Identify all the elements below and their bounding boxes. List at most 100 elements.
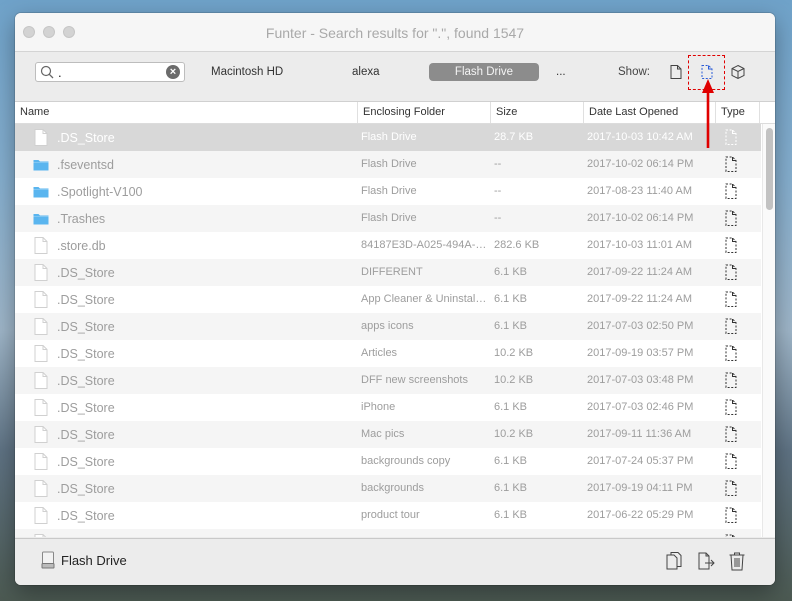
file-size: 10.2 KB (494, 428, 534, 440)
file-icon (34, 534, 47, 537)
column-header-size[interactable]: Size (490, 102, 583, 123)
table-row[interactable]: .fseventsd Flash Drive -- 2017-10-02 06:14 … (15, 151, 761, 178)
date-last-opened: 2017-09-11 11:36 AM (587, 428, 692, 440)
file-name: .DS_Store (57, 401, 115, 415)
hidden-file-type-icon (725, 534, 736, 537)
file-size: 10.2 KB (494, 374, 534, 386)
file-icon (34, 453, 48, 470)
file-icon (34, 507, 48, 524)
location-flash-drive[interactable]: Flash Drive (429, 63, 539, 81)
hidden-file-type-icon (725, 291, 737, 307)
file-size: 6.1 KB (494, 536, 527, 537)
file-name: .DS_Store (57, 320, 115, 334)
search-field[interactable]: × (35, 62, 185, 82)
move-icon[interactable] (697, 551, 715, 571)
enclosing-folder: Flash Drive (361, 158, 417, 170)
location-alexa[interactable]: alexa (352, 66, 380, 78)
date-last-opened: 2017-10-03 11:01 AM (587, 239, 692, 251)
date-last-opened: 2017-10-02 06:14 PM (587, 212, 694, 224)
hidden-file-type-icon (725, 264, 737, 280)
folder-icon (33, 187, 49, 198)
table-row[interactable]: .DS_Store DFF new screenshots 10.2 KB 2017-… (15, 367, 761, 394)
file-size: -- (494, 185, 502, 197)
vertical-scrollbar[interactable] (762, 124, 775, 537)
file-icon (34, 480, 48, 497)
column-header-type[interactable]: Type (715, 102, 759, 123)
hidden-file-type-icon (725, 129, 737, 145)
scrollbar-thumb[interactable] (766, 128, 773, 210)
file-name: .DS_Store (57, 428, 115, 442)
table-row[interactable]: .DS_Store Mac pics 10.2 KB 2017-09-11 11:36… (15, 421, 761, 448)
table-row[interactable]: .DS_Store Articles 10.2 KB 2017-09-19 03:57… (15, 340, 761, 367)
clear-search-icon[interactable]: × (166, 65, 180, 79)
funter-window: Funter - Search results for ".", found 1… (15, 13, 775, 585)
table-row[interactable]: .DS_Store iPhone 6.1 KB 2017-07-03 02:46 PM (15, 394, 761, 421)
table-row[interactable]: .DS_Store backgrounds 6.1 KB 2017-09-19 04:… (15, 475, 761, 502)
hidden-file-type-icon (725, 345, 737, 361)
date-last-opened: 2017-08-23 11:40 AM (587, 185, 692, 197)
hidden-file-type-icon (725, 210, 737, 226)
file-name: .DS_Store (57, 347, 115, 361)
footer-bar: Flash Drive (15, 538, 775, 585)
file-name: .fseventsd (57, 158, 114, 172)
file-name: .DS_Store (57, 536, 115, 537)
table-row[interactable]: .store.db 84187E3D-A025-494A-… 282.6 KB 201… (15, 232, 761, 259)
annotation-arrow-icon (702, 79, 714, 148)
hidden-file-type-icon (725, 480, 737, 496)
enclosing-folder: DFF new screenshots (361, 374, 468, 386)
date-last-opened: 2017-07-03 02:50 PM (587, 320, 694, 332)
file-size: 10.2 KB (494, 347, 534, 359)
toolbar: × Macintosh HD alexa Flash Drive ... Sho… (15, 52, 775, 102)
date-last-opened: 2017-07-03 02:46 PM (587, 401, 694, 413)
enclosing-folder: product tour (361, 509, 420, 521)
package-icon[interactable] (730, 64, 746, 80)
date-last-opened: 2017-10-02 06:14 PM (587, 158, 694, 170)
file-name: .Trashes (57, 212, 106, 226)
date-last-opened: 2017-09-22 11:24 AM (587, 293, 692, 305)
show-label: Show: (618, 66, 650, 78)
column-header-date-last-opened[interactable]: Date Last Opened (583, 102, 715, 123)
enclosing-folder: backgrounds (361, 482, 424, 494)
file-icon (34, 399, 48, 416)
table-row[interactable]: .DS_Store product tour 6.1 KB 2017-06-22 05… (15, 502, 761, 529)
table-row[interactable]: .DS_Store backgrounds copy 6.1 KB 2017-07-2… (15, 448, 761, 475)
table-row[interactable]: .DS_Store App Cleaner & Uninstal… 6.1 KB 20… (15, 286, 761, 313)
file-name: .DS_Store (57, 293, 115, 307)
table-row[interactable]: .DS_Store Flash Drive 28.7 KB 2017-10-03 10… (15, 124, 761, 151)
table-row[interactable]: .DS_Store apps icons 6.1 KB 2017-07-03 02:5… (15, 313, 761, 340)
results-table: .DS_Store Flash Drive 28.7 KB 2017-10-03 10… (15, 124, 775, 537)
file-name: .store.db (57, 239, 106, 253)
file-size: -- (494, 212, 502, 224)
date-last-opened: 2017-09-19 04:11 PM (587, 482, 693, 494)
date-last-opened: 2017-07-03 03:48 PM (587, 374, 694, 386)
file-icon (34, 237, 48, 254)
column-header-name[interactable]: Name (15, 102, 357, 123)
location-more[interactable]: ... (556, 66, 566, 78)
search-input[interactable] (58, 64, 163, 80)
location-macintosh-hd[interactable]: Macintosh HD (211, 66, 283, 78)
visible-file-icon[interactable] (668, 64, 684, 80)
drive-icon (41, 551, 55, 569)
trash-icon[interactable] (728, 551, 746, 571)
file-icon (34, 318, 48, 335)
hidden-file-type-icon (725, 318, 737, 334)
hidden-file-type-icon (725, 183, 737, 199)
enclosing-folder: 84187E3D-A025-494A-… (361, 239, 487, 251)
enclosing-folder: DIFFERENT (361, 266, 423, 278)
enclosing-folder: Flash Drive (361, 131, 417, 143)
table-row[interactable]: .DS_Store iPhone 6.1 KB 2017-07-03 02:46 PM (15, 529, 761, 537)
table-row[interactable]: .Spotlight-V100 Flash Drive -- 2017-08-23 1… (15, 178, 761, 205)
hidden-file-type-icon (725, 453, 737, 469)
copy-icon[interactable] (665, 551, 683, 571)
file-icon (34, 345, 48, 362)
date-last-opened: 2017-10-03 10:42 AM (587, 131, 693, 143)
table-row[interactable]: .Trashes Flash Drive -- 2017-10-02 06:14 PM (15, 205, 761, 232)
file-size: 6.1 KB (494, 401, 528, 413)
column-header-enclosing-folder[interactable]: Enclosing Folder (357, 102, 490, 123)
file-size: 6.1 KB (494, 293, 528, 305)
file-name: .DS_Store (57, 374, 115, 388)
table-row[interactable]: .DS_Store DIFFERENT 6.1 KB 2017-09-22 11:24… (15, 259, 761, 286)
folder-icon (33, 160, 49, 171)
date-last-opened: 2017-09-19 03:57 PM (587, 347, 694, 359)
hidden-file-type-icon (725, 156, 737, 172)
